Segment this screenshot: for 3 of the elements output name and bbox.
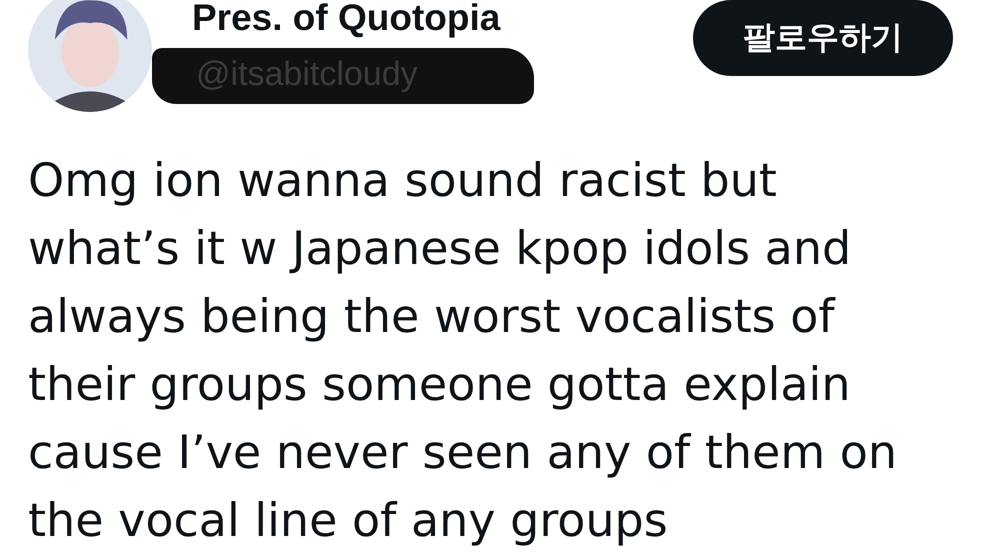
post-text: Omg ion wanna sound racist but what’s it w Japanese kpop idols and always being the worst vocalists of their groups someone gotta explain cause I’ve never seen any of them on the vocal line of any groups (27, 152, 898, 549)
author-name: Pres. of Quotopia (192, 0, 502, 40)
follow-button[interactable]: 팔로우하기 (693, 0, 953, 76)
